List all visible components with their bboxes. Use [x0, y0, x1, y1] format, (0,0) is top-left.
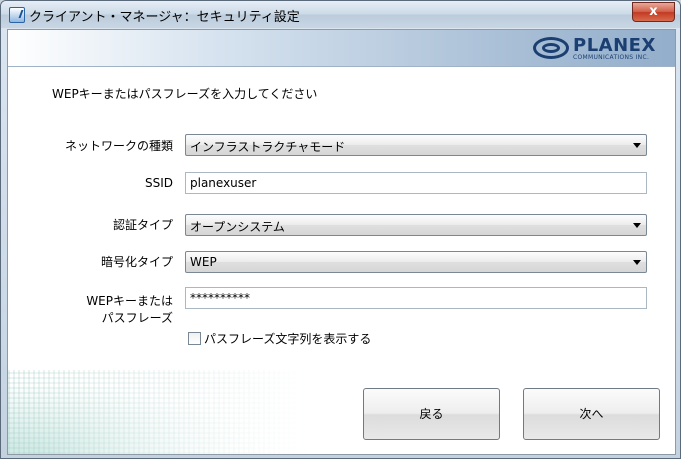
title-bar[interactable]: クライアント・マネージャ：セキュリティ設定 x	[1, 1, 680, 28]
chevron-down-icon	[633, 143, 641, 148]
decorative-pattern	[8, 370, 308, 454]
wep-key-input[interactable]: **********	[185, 287, 647, 309]
ssid-input[interactable]: planexuser	[185, 172, 647, 194]
close-button[interactable]: x	[632, 2, 675, 22]
dialog-window: クライアント・マネージャ：セキュリティ設定 x PLANEX COMMUNICA…	[0, 0, 681, 459]
app-icon	[9, 7, 25, 23]
logo-subtitle: COMMUNICATIONS INC.	[573, 54, 650, 61]
ssid-label: SSID	[144, 176, 173, 190]
show-passphrase-checkbox[interactable]	[188, 332, 201, 345]
wep-key-value: **********	[190, 291, 250, 305]
encryption-type-label: 暗号化タイプ	[100, 255, 173, 269]
auth-type-value: オープンシステム	[190, 220, 285, 234]
window-title: クライアント・マネージャ：セキュリティ設定	[29, 10, 300, 25]
network-type-label: ネットワークの種類	[64, 139, 173, 153]
chevron-down-icon	[633, 223, 641, 228]
planex-logo: PLANEX COMMUNICATIONS INC.	[533, 35, 663, 63]
logo-name: PLANEX	[573, 35, 656, 56]
chevron-down-icon	[633, 260, 641, 265]
network-type-select[interactable]: インフラストラクチャモード	[185, 134, 647, 156]
auth-type-label: 認証タイプ	[112, 218, 173, 232]
show-passphrase-label[interactable]: パスフレーズ文字列を表示する	[204, 330, 371, 347]
auth-type-select[interactable]: オープンシステム	[185, 214, 647, 236]
encryption-type-select[interactable]: WEP	[185, 251, 647, 273]
encryption-type-value: WEP	[190, 255, 217, 269]
planex-logo-icon	[533, 37, 569, 59]
header-banner: PLANEX COMMUNICATIONS INC.	[8, 30, 675, 67]
wep-key-label-line1: WEPキーまたは	[86, 294, 173, 308]
dialog-content: PLANEX COMMUNICATIONS INC. WEPキーまたはパスフレー…	[7, 29, 676, 455]
next-button[interactable]: 次へ	[523, 388, 660, 440]
network-type-value: インフラストラクチャモード	[190, 140, 346, 154]
instruction-text: WEPキーまたはパスフレーズを入力してください	[52, 87, 318, 101]
ssid-value: planexuser	[190, 176, 257, 190]
back-button[interactable]: 戻る	[363, 388, 500, 440]
wep-key-label-line2: パスフレーズ	[101, 311, 173, 325]
